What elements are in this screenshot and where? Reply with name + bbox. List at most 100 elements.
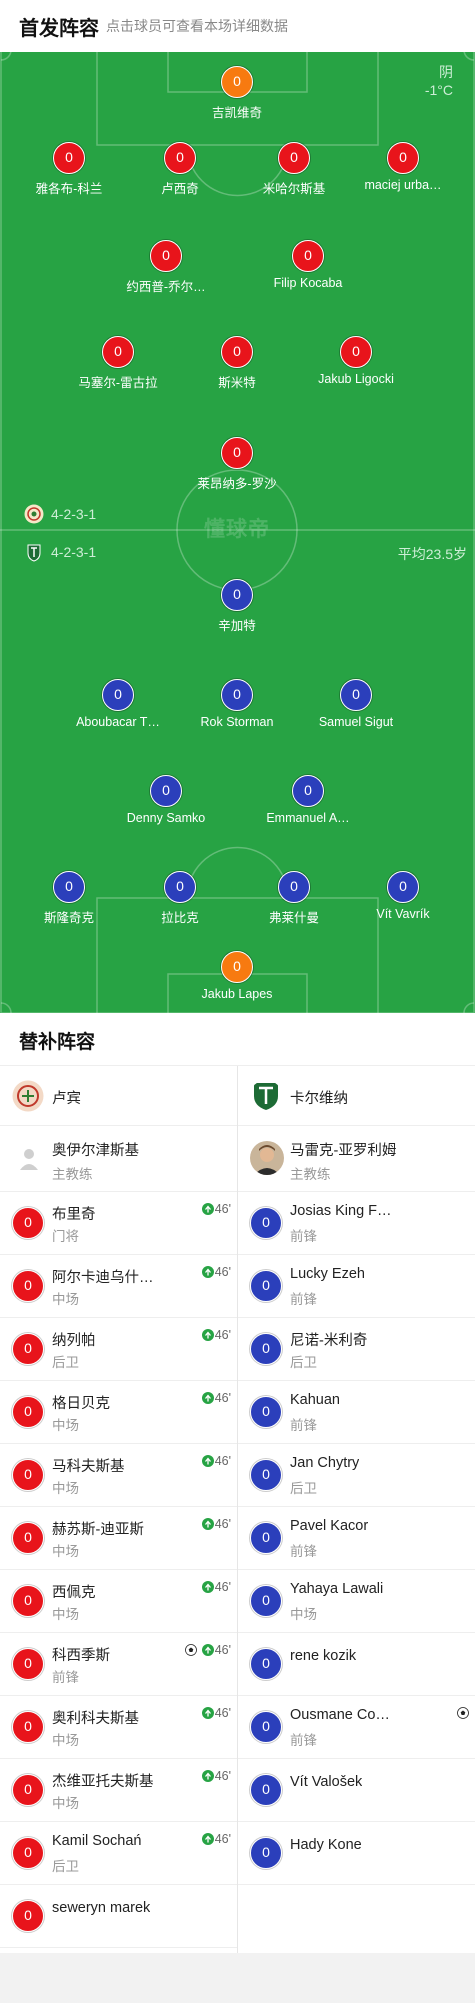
bench-player-name: rene kozik [290, 1648, 357, 1664]
home-bench-player-row[interactable]: 0 科西季斯 前锋 46' [0, 1633, 237, 1696]
home-team-row[interactable]: 卢宾 [0, 1066, 237, 1126]
home-bench-player-row[interactable]: 0 布里奇 门将 46' [0, 1192, 237, 1255]
away-bench-player-row[interactable]: 0 Lucky Ezeh 前锋 [238, 1255, 475, 1318]
home-bench-player-row[interactable]: 0 Kamil Sochań 后卫 46' [0, 1822, 237, 1885]
coach-avatar-placeholder-icon [12, 1141, 46, 1175]
player-name: Samuel Sigut [318, 715, 394, 729]
player-number-badge: 0 [164, 142, 196, 174]
player-number-badge: 0 [12, 1837, 44, 1869]
away-player-9[interactable]: 0 弗莱什曼 [234, 871, 354, 926]
bench-player-name: 马科夫斯基 [52, 1459, 125, 1475]
player-number-badge: 0 [221, 579, 253, 611]
home-bench-player-row[interactable]: 0 西佩克 中场 46' [0, 1570, 237, 1633]
player-name: Denny Samko [126, 811, 206, 825]
away-bench-player-row[interactable]: 0 Yahaya Lawali 中场 [238, 1570, 475, 1633]
player-number-badge: 0 [12, 1396, 44, 1428]
home-player-4[interactable]: 0 米哈尔斯基 [234, 142, 354, 197]
away-bench-player-row[interactable]: 0 Hady Kone [238, 1822, 475, 1885]
bench-player-position: 后卫 [290, 1355, 317, 1370]
away-player-3[interactable]: 0 Rok Storman [177, 679, 297, 729]
away-bench-player-row[interactable]: 0 Pavel Kacor 前锋 [238, 1507, 475, 1570]
away-player-5[interactable]: 0 Denny Samko [106, 775, 226, 825]
player-number-badge: 0 [250, 1459, 282, 1491]
pitch: 懂球帝 阴 -1°C 4-2-3-1 4-2-3-1 平均23.5岁 0 吉凯维奇… [0, 52, 475, 1013]
home-player-1[interactable]: 0 吉凯维奇 [177, 66, 297, 121]
substitution-in-badge: 46' [201, 1391, 231, 1405]
player-name: Jakub Lapes [201, 987, 273, 1001]
home-player-5[interactable]: 0 maciej urba… [343, 142, 463, 192]
player-name: 辛加特 [218, 619, 256, 633]
home-player-2[interactable]: 0 雅各布-科兰 [9, 142, 129, 197]
player-number-badge: 0 [12, 1459, 44, 1491]
substitution-minute: 46' [214, 1580, 231, 1594]
bench-player-position: 中场 [52, 1292, 79, 1307]
player-name: Vít Vavrík [376, 907, 430, 921]
away-bench-player-row[interactable]: 0 rene kozik [238, 1633, 475, 1696]
home-bench-player-row[interactable]: 0 赫苏斯-迪亚斯 中场 46' [0, 1507, 237, 1570]
home-player-9[interactable]: 0 斯米特 [177, 336, 297, 391]
player-name: Filip Kocaba [273, 276, 343, 290]
player-number-badge: 0 [53, 142, 85, 174]
bench-player-name: Kahuan [290, 1392, 340, 1408]
home-coach-name: 奥伊尔津斯基 [52, 1143, 139, 1159]
substitution-in-badge: 46' [201, 1832, 231, 1846]
away-bench-player-row[interactable]: 0 Ousmane Co… 前锋 [238, 1696, 475, 1759]
home-coach-row[interactable]: 奥伊尔津斯基 主教练 [0, 1126, 237, 1192]
bench-player-name: Yahaya Lawali [290, 1581, 384, 1597]
away-coach-role: 主教练 [290, 1167, 331, 1182]
bench-player-name: 纳列帕 [52, 1333, 96, 1349]
away-player-7[interactable]: 0 斯隆奇克 [9, 871, 129, 926]
bench-player-position: 中场 [52, 1733, 79, 1748]
home-bench-player-row[interactable]: 0 纳列帕 后卫 46' [0, 1318, 237, 1381]
away-player-8[interactable]: 0 拉比克 [120, 871, 240, 926]
player-number-badge: 0 [221, 951, 253, 983]
bench-player-name: 奥利科夫斯基 [52, 1711, 139, 1727]
away-bench-player-row[interactable]: 0 Vít Valošek [238, 1759, 475, 1822]
bench-player-name: 格日贝克 [52, 1396, 110, 1412]
bench-player-position: 前锋 [290, 1544, 317, 1559]
home-player-11[interactable]: 0 莱昂纳多-罗沙 [177, 437, 297, 492]
bench-player-name: 阿尔卡迪乌什… [52, 1270, 154, 1286]
away-player-10[interactable]: 0 Vít Vavrík [343, 871, 463, 921]
bench-title: 替补阵容 [19, 1032, 96, 1053]
player-number-badge: 0 [102, 336, 134, 368]
bench-player-name: Hady Kone [290, 1837, 362, 1853]
substitution-in-badge: 46' [201, 1202, 231, 1216]
home-player-7[interactable]: 0 Filip Kocaba [248, 240, 368, 290]
away-team-row[interactable]: 卡尔维纳 [238, 1066, 475, 1126]
player-number-badge: 0 [292, 240, 324, 272]
home-player-3[interactable]: 0 卢西奇 [120, 142, 240, 197]
player-number-badge: 0 [221, 336, 253, 368]
home-formation: 4-2-3-1 [51, 506, 97, 522]
substitution-in-badge: 46' [201, 1265, 231, 1279]
home-bench-player-row[interactable]: 0 格日贝克中场 46' [0, 1381, 237, 1444]
away-coach-row[interactable]: 马雷克-亚罗利姆 主教练 [238, 1126, 475, 1192]
away-player-4[interactable]: 0 Samuel Sigut [296, 679, 416, 729]
home-bench-player-row[interactable]: 0 马科夫斯基 中场 46' [0, 1444, 237, 1507]
home-bench-player-row[interactable]: 0 阿尔卡迪乌什… 中场 46' [0, 1255, 237, 1318]
bench-player-position: 中场 [52, 1796, 79, 1811]
away-bench-player-row[interactable]: 0 Kahuan 前锋 [238, 1381, 475, 1444]
home-player-10[interactable]: 0 Jakub Ligocki [296, 336, 416, 386]
away-player-1[interactable]: 0 辛加特 [177, 579, 297, 634]
substitution-in-icon [201, 1518, 214, 1530]
bench-player-position: 中场 [52, 1418, 79, 1433]
away-player-11[interactable]: 0 Jakub Lapes [177, 951, 297, 1001]
player-number-badge: 0 [150, 240, 182, 272]
away-formation: 4-2-3-1 [51, 544, 97, 560]
away-bench-player-row[interactable]: 0 Jan Chytry 后卫 [238, 1444, 475, 1507]
away-player-6[interactable]: 0 Emmanuel A… [248, 775, 368, 825]
home-player-6[interactable]: 0 约西普-乔尔… [106, 240, 226, 295]
home-player-8[interactable]: 0 马塞尔-雷古拉 [58, 336, 178, 391]
home-bench-player-row[interactable]: 0 杰维亚托夫斯基 中场 46' [0, 1759, 237, 1822]
substitution-minute: 46' [214, 1832, 231, 1846]
player-name: maciej urba… [364, 178, 442, 192]
away-bench-player-row[interactable]: 0 Josias King F… 前锋 [238, 1192, 475, 1255]
away-player-2[interactable]: 0 Aboubacar T… [58, 679, 178, 729]
substitution-minute: 46' [214, 1517, 231, 1531]
home-bench-player-row[interactable]: 0 seweryn marek [0, 1885, 237, 1948]
home-bench-player-row[interactable]: 0 奥利科夫斯基 中场 46' [0, 1696, 237, 1759]
lineup-title: 首发阵容 [19, 18, 99, 40]
bench-player-position: 前锋 [290, 1292, 317, 1307]
away-bench-player-row[interactable]: 0 尼诺-米利奇 后卫 [238, 1318, 475, 1381]
